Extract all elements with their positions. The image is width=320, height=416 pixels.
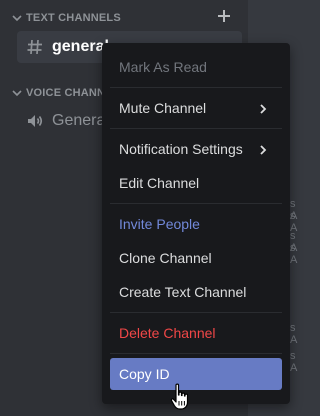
background-text: s A [290,242,298,266]
channel-name: general [52,38,109,55]
menu-item-mark-as-read[interactable]: Mark As Read [110,51,282,83]
menu-item-delete-channel[interactable]: Delete Channel [110,317,282,349]
background-text: s A [290,322,298,346]
speaker-icon [25,111,45,131]
category-label: TEXT CHANNELS [26,12,121,24]
chevron-right-icon [258,143,268,155]
text-channels-category[interactable]: TEXT CHANNELS [0,10,230,26]
create-channel-plus-icon[interactable] [216,8,232,24]
menu-item-copy-id[interactable]: Copy ID [110,358,282,390]
menu-item-edit-channel[interactable]: Edit Channel [110,167,282,199]
menu-divider [110,312,282,313]
chevron-down-icon [8,13,26,23]
menu-item-invite-people[interactable]: Invite People [110,208,282,240]
category-label: VOICE CHANNE [26,87,113,99]
menu-item-create-text-channel[interactable]: Create Text Channel [110,276,282,308]
menu-divider [110,128,282,129]
menu-item-clone-channel[interactable]: Clone Channel [110,242,282,274]
chevron-down-icon [8,88,26,98]
menu-item-mute-channel[interactable]: Mute Channel [110,92,282,124]
chevron-right-icon [258,102,268,114]
menu-divider [110,203,282,204]
menu-divider [110,87,282,88]
background-text: s A [290,350,298,374]
hash-icon [25,37,45,57]
hand-pointer-icon [170,383,192,411]
menu-item-notification-settings[interactable]: Notification Settings [110,133,282,165]
channel-name: General [52,112,109,129]
voice-channels-category[interactable]: VOICE CHANNE [0,85,113,101]
menu-divider [110,353,282,354]
channel-context-menu: Mark As Read Mute Channel Notification S… [102,43,290,404]
